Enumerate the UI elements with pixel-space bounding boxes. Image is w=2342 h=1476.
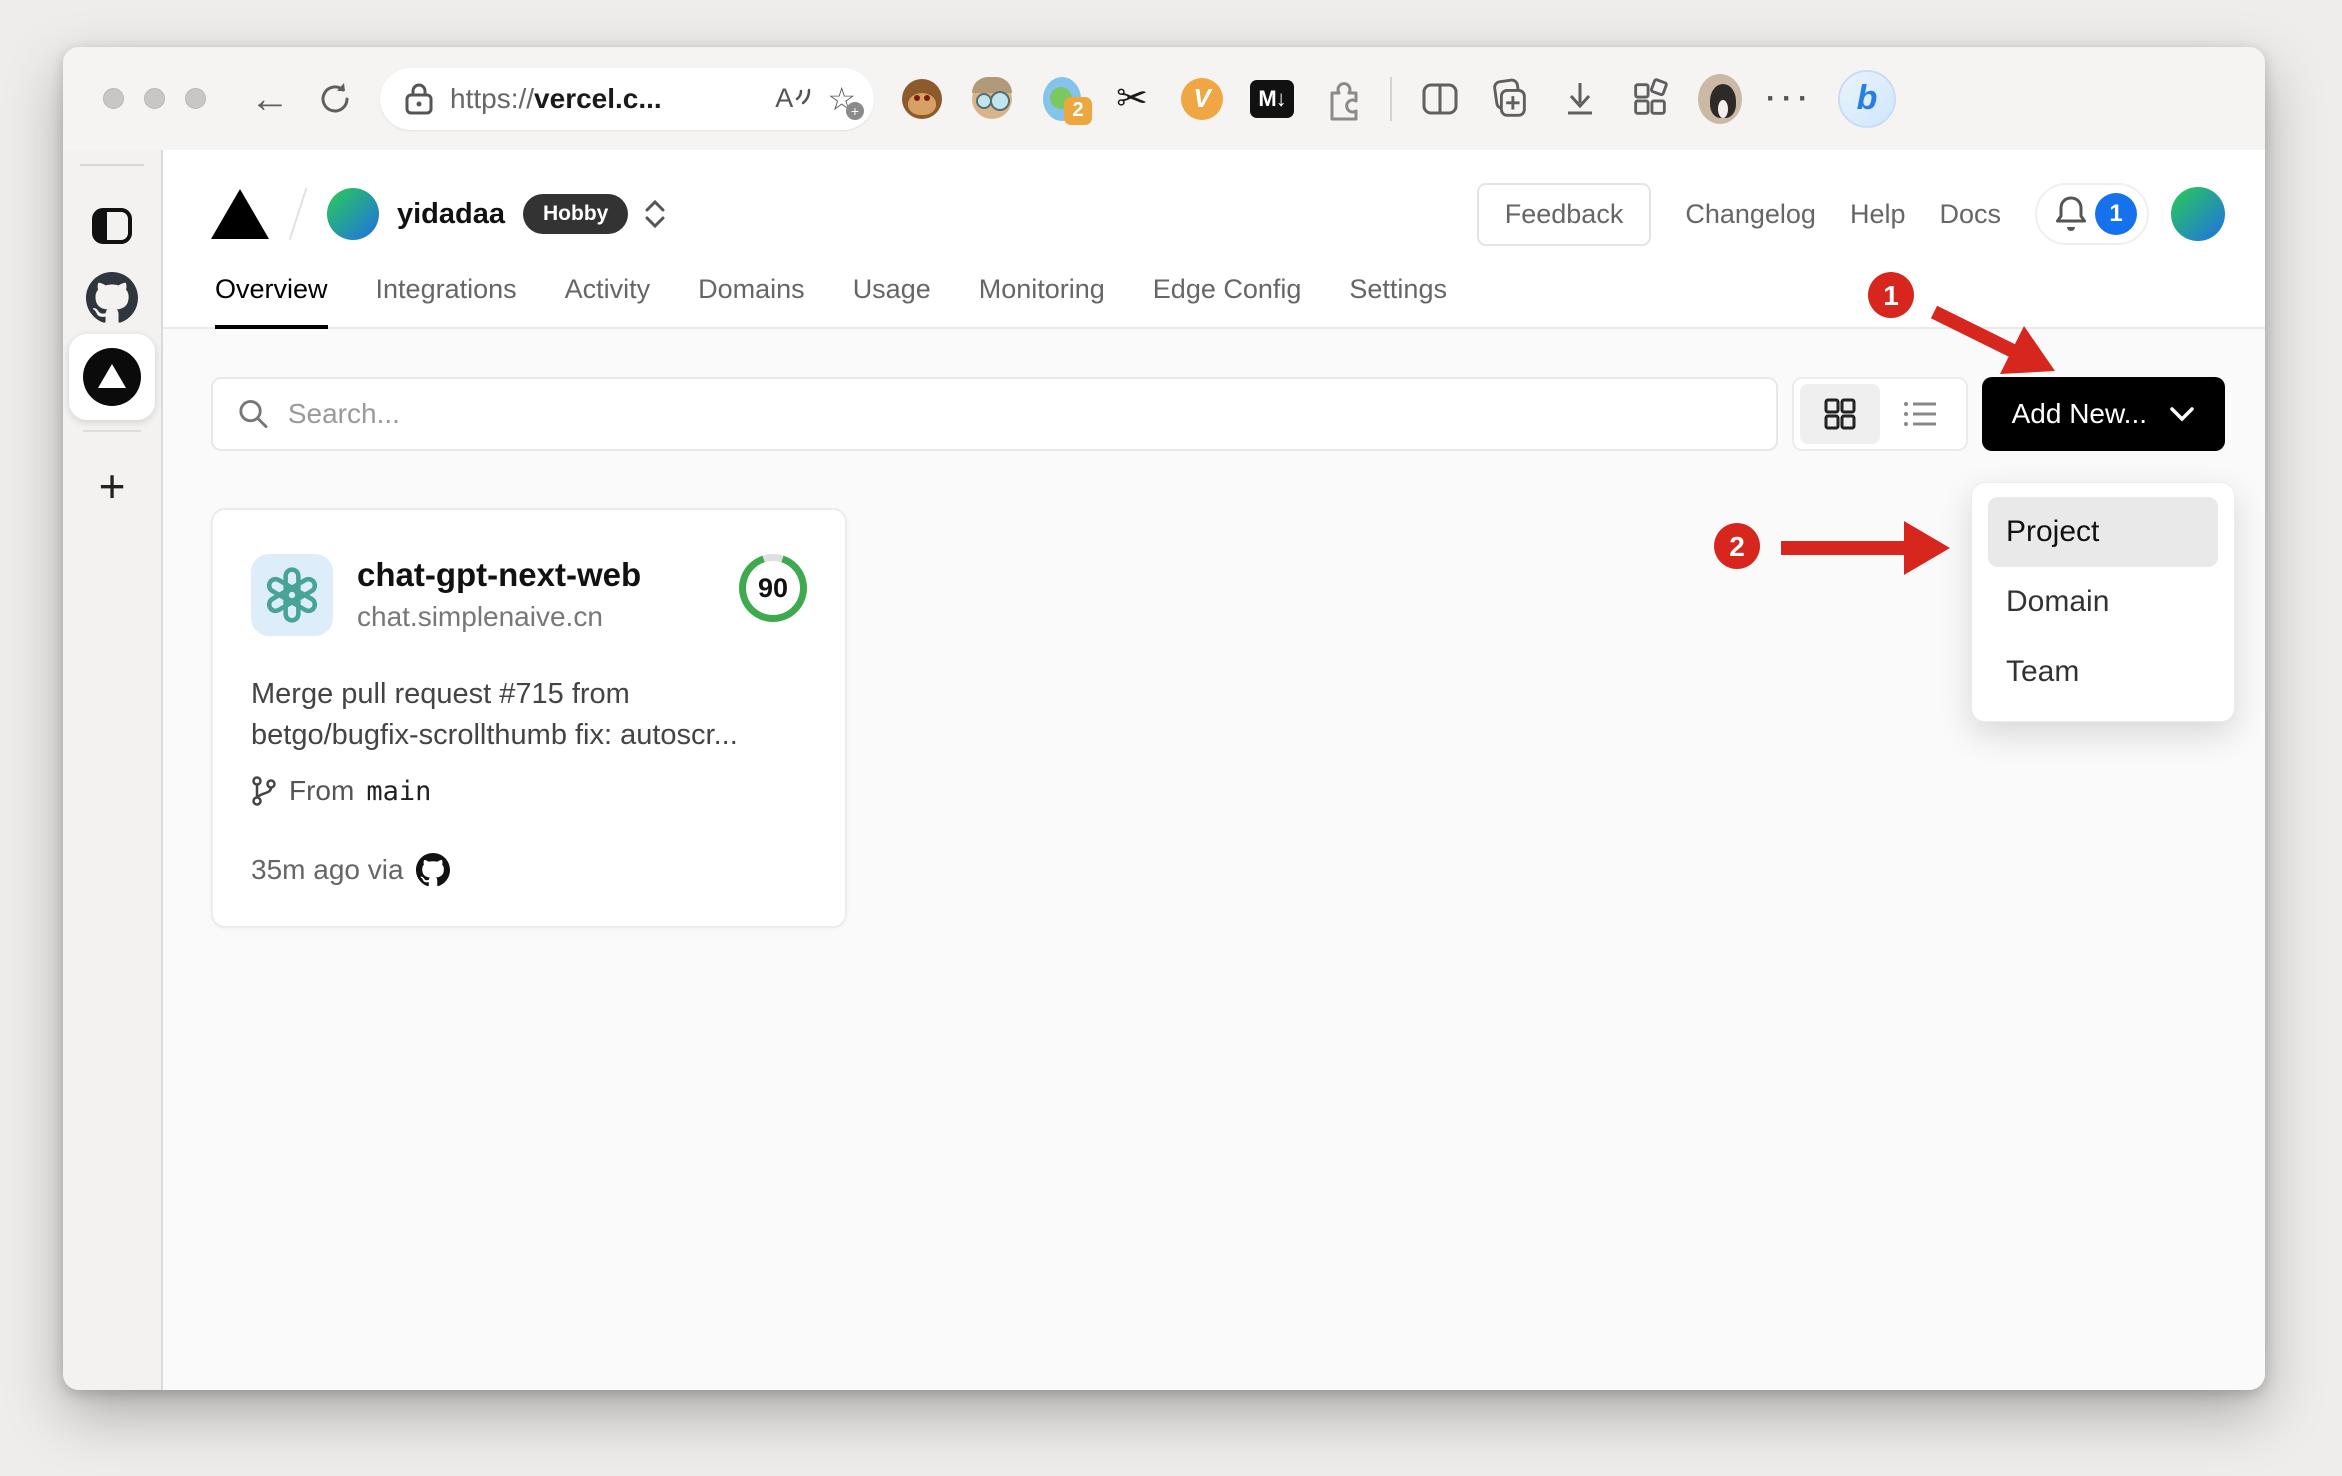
profile-avatar[interactable] — [1698, 73, 1742, 124]
apps-grid-icon[interactable] — [1628, 77, 1672, 121]
tab-integrations[interactable]: Integrations — [376, 274, 517, 327]
add-new-dropdown: Project Domain Team — [1971, 482, 2235, 722]
markdown-extension-icon[interactable]: M↓ — [1250, 77, 1294, 121]
branch-prefix: From — [289, 775, 355, 807]
grid-view-icon — [1824, 398, 1856, 430]
search-input[interactable] — [287, 398, 1752, 430]
team-name[interactable]: yidadaa — [397, 198, 505, 231]
plan-badge: Hobby — [523, 194, 629, 234]
bell-icon — [2056, 196, 2086, 231]
score-ring[interactable]: 90 — [739, 554, 807, 622]
project-name[interactable]: chat-gpt-next-web — [357, 554, 641, 595]
lock-icon — [405, 83, 433, 114]
zoom-window-button[interactable] — [185, 88, 206, 109]
favorite-add-badge: + — [846, 101, 864, 120]
tab-settings[interactable]: Settings — [1349, 274, 1447, 327]
github-icon — [415, 853, 450, 887]
commit-message: Merge pull request #715 from betgo/bugfi… — [251, 678, 738, 751]
add-new-button[interactable]: Add New... — [1981, 377, 2225, 451]
add-new-label: Add New... — [2011, 398, 2147, 429]
list-view-icon — [1903, 402, 1936, 426]
changelog-link[interactable]: Changelog — [1685, 199, 1816, 230]
vercel-page: yidadaa Hobby Feedback Changelog Help Do… — [163, 150, 2265, 1390]
docs-link[interactable]: Docs — [1939, 199, 2001, 230]
dashboard-content: Add New... — [163, 329, 2265, 1390]
url-text: https://vercel.c... — [450, 82, 662, 114]
git-branch-icon — [252, 776, 276, 806]
tampermonkey-extension-icon[interactable] — [900, 77, 944, 121]
downloads-icon[interactable] — [1558, 77, 1602, 121]
feedback-button[interactable]: Feedback — [1476, 182, 1652, 246]
list-view-button[interactable] — [1880, 384, 1960, 444]
search-icon — [239, 399, 268, 429]
view-toggle — [1791, 377, 1968, 451]
dropdown-item-team[interactable]: Team — [1988, 637, 2218, 707]
breadcrumb-slash — [288, 188, 308, 240]
project-domain[interactable]: chat.simplenaive.cn — [357, 601, 641, 633]
dropdown-item-project[interactable]: Project — [1988, 497, 2218, 567]
refresh-icon[interactable] — [316, 80, 354, 118]
toggle-sidebar-icon[interactable] — [69, 190, 155, 262]
tab-usage[interactable]: Usage — [853, 274, 931, 327]
vimium-extension-icon[interactable]: V — [1180, 77, 1224, 121]
tab-monitoring[interactable]: Monitoring — [979, 274, 1105, 327]
read-aloud-icon[interactable]: A — [775, 83, 811, 114]
dropdown-item-domain[interactable]: Domain — [1988, 567, 2218, 637]
bing-chat-icon[interactable]: b — [1838, 69, 1896, 128]
project-card[interactable]: chat-gpt-next-web chat.simplenaive.cn 90… — [211, 508, 847, 928]
favorite-star-icon[interactable]: ☆ + — [827, 80, 864, 120]
search-box — [211, 377, 1778, 451]
back-icon[interactable]: ← — [250, 79, 290, 119]
tab-activity[interactable]: Activity — [565, 274, 651, 327]
split-screen-icon[interactable] — [1418, 77, 1462, 121]
minimize-window-button[interactable] — [144, 88, 165, 109]
grid-view-button[interactable] — [1799, 384, 1880, 444]
collections-icon[interactable] — [1488, 77, 1532, 121]
avatar-extension-icon[interactable] — [970, 76, 1014, 121]
vercel-logo[interactable] — [211, 189, 269, 239]
tab-vercel-active[interactable] — [69, 334, 155, 420]
team-switcher-icon[interactable] — [644, 200, 666, 228]
browser-toolbar: ← https://vercel.c... A ☆ + 2 ✂ V M↓ ···… — [63, 47, 2265, 150]
extensions-puzzle-icon[interactable] — [1320, 77, 1364, 121]
close-window-button[interactable] — [103, 88, 124, 109]
tabstrip-divider — [80, 164, 144, 166]
more-menu-icon[interactable]: ··· — [1766, 77, 1812, 121]
team-avatar[interactable] — [327, 188, 379, 240]
tabstrip-divider — [83, 430, 141, 432]
toolbar-divider — [1390, 76, 1392, 121]
vercel-tab-icon — [83, 348, 141, 406]
deploy-time: 35m ago via — [251, 854, 404, 886]
site-tabs: Overview Integrations Activity Domains U… — [211, 274, 2225, 329]
chevron-down-icon — [2170, 407, 2194, 422]
user-avatar[interactable] — [2171, 187, 2225, 241]
tab-edge-config[interactable]: Edge Config — [1153, 274, 1302, 327]
address-bar[interactable]: https://vercel.c... A ☆ + — [380, 67, 874, 130]
notifications-button[interactable]: 1 — [2035, 183, 2149, 245]
new-tab-icon[interactable]: + — [69, 450, 155, 522]
window-controls — [103, 88, 206, 109]
tab-overview[interactable]: Overview — [215, 274, 328, 329]
score-value: 90 — [746, 561, 800, 615]
help-link[interactable]: Help — [1850, 199, 1906, 230]
vertical-tab-strip: + — [63, 150, 163, 1390]
notification-count-badge: 1 — [2095, 193, 2137, 235]
browser-window: ← https://vercel.c... A ☆ + 2 ✂ V M↓ ···… — [63, 47, 2265, 1390]
branch-name[interactable]: main — [366, 776, 431, 807]
openai-project-icon — [251, 554, 333, 636]
clipper-extension-icon[interactable]: ✂ — [1110, 77, 1154, 121]
site-header: yidadaa Hobby Feedback Changelog Help Do… — [163, 150, 2265, 329]
tab-domains[interactable]: Domains — [698, 274, 805, 327]
extension-count-badge: 2 — [1064, 96, 1092, 125]
tab-github-icon[interactable] — [69, 262, 155, 334]
proxy-extension-icon[interactable]: 2 — [1040, 76, 1092, 125]
